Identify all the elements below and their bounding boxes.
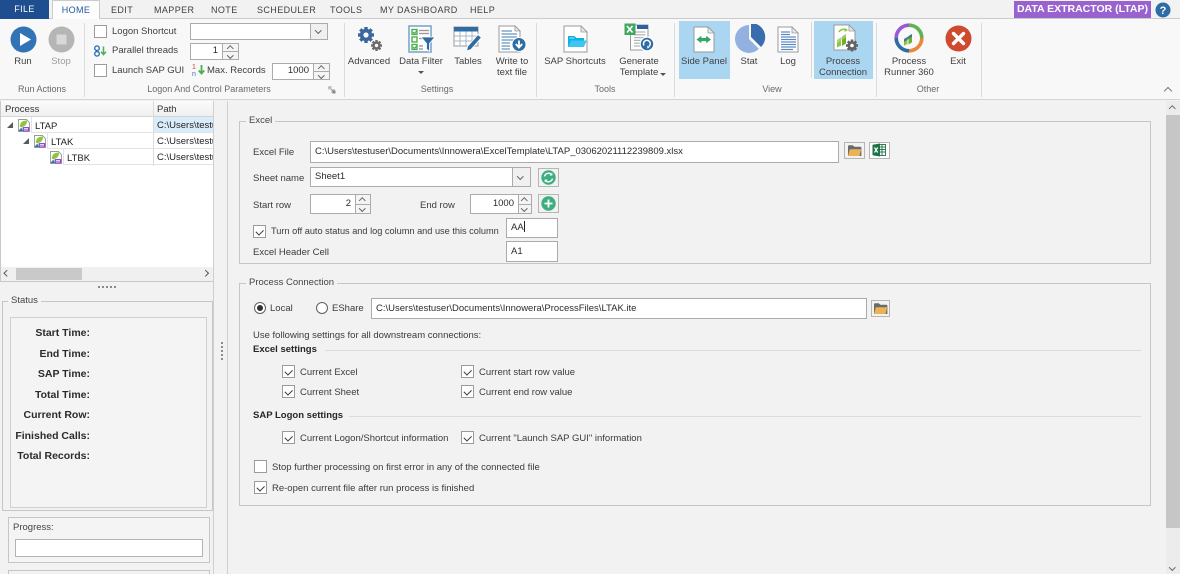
svg-text:1: 1 (192, 64, 196, 71)
svg-text:?: ? (1160, 5, 1167, 17)
svg-text:n: n (192, 71, 196, 77)
